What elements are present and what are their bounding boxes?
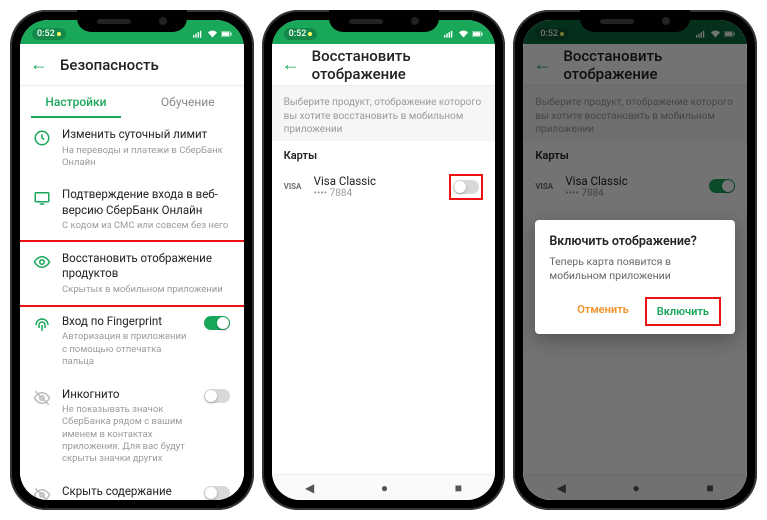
hint-text: Выберите продукт, отображение которого в… [272,86,496,141]
limit-icon [32,127,52,169]
page-title: Безопасность [60,56,159,74]
back-icon[interactable]: ← [30,56,48,74]
page-title: Восстановить отображение [312,47,486,83]
dialog-message: Теперь карта появится в мобильном прилож… [549,255,721,283]
phone-3: 0:52 ← Восстановить отображение Выберите… [513,10,757,510]
screen-restore: 0:52 ← Восстановить отображение Выберите… [272,20,496,500]
toggle-hide-screen[interactable] [204,486,230,500]
nav-recent-icon[interactable]: ■ [455,481,462,495]
settings-list: Изменить суточный лимитНа переводы и пла… [20,118,244,500]
card-brand: VISA [284,182,304,191]
phone-1: 0:52 ← Безопасность Настройки Обучение И… [10,10,254,510]
appbar: ← Восстановить отображение [272,44,496,86]
toggle-card[interactable] [453,180,479,194]
eye-icon [32,251,52,296]
status-icons [193,30,232,38]
fingerprint-icon [32,314,52,369]
screen-security: 0:52 ← Безопасность Настройки Обучение И… [20,20,244,500]
confirm-dialog: Включить отображение? Теперь карта появи… [535,220,735,334]
tabs: Настройки Обучение [20,86,244,118]
nav-back-icon[interactable]: ◀ [305,481,314,495]
card-mask: •••• 7884 [314,188,440,199]
row-incognito[interactable]: ИнкогнитоНе показывать значок СберБанка … [20,378,244,475]
monitor-icon [32,187,52,232]
dialog-title: Включить отображение? [549,234,721,249]
notch [77,10,187,32]
screen-restore-dialog: 0:52 ← Восстановить отображение Выберите… [523,20,747,500]
appbar: ← Безопасность [20,44,244,86]
eye-off-icon [32,387,52,466]
toggle-incognito[interactable] [204,389,230,403]
section-cards: Карты [272,141,496,166]
cancel-button[interactable]: Отменить [567,297,639,326]
nav-home-icon[interactable]: ● [381,481,388,495]
android-navbar: ◀ ● ■ [272,474,496,500]
row-restore-products[interactable]: Восстановить отображение продуктовСкрыты… [20,240,244,307]
restore-content: Выберите продукт, отображение которого в… [272,86,496,474]
phone-2: 0:52 ← Восстановить отображение Выберите… [262,10,506,510]
enable-button[interactable]: Включить [645,297,721,326]
tab-settings[interactable]: Настройки [20,86,132,118]
tab-learn[interactable]: Обучение [132,86,244,118]
back-icon[interactable]: ← [282,56,300,74]
notch [329,10,439,32]
toggle-fingerprint[interactable] [204,316,230,330]
row-hide-screen[interactable]: Скрыть содержание экранаВключите, если н… [20,475,244,500]
notch [580,10,690,32]
row-fingerprint[interactable]: Вход по FingerprintАвторизация в приложе… [20,305,244,378]
row-daily-limit[interactable]: Изменить суточный лимитНа переводы и пла… [20,118,244,178]
card-row[interactable]: VISA Visa Classic •••• 7884 [272,166,496,208]
row-web-confirm[interactable]: Подтверждение входа в веб-версию СберБан… [20,178,244,241]
card-name: Visa Classic [314,174,440,188]
eye-off-icon [32,484,52,500]
